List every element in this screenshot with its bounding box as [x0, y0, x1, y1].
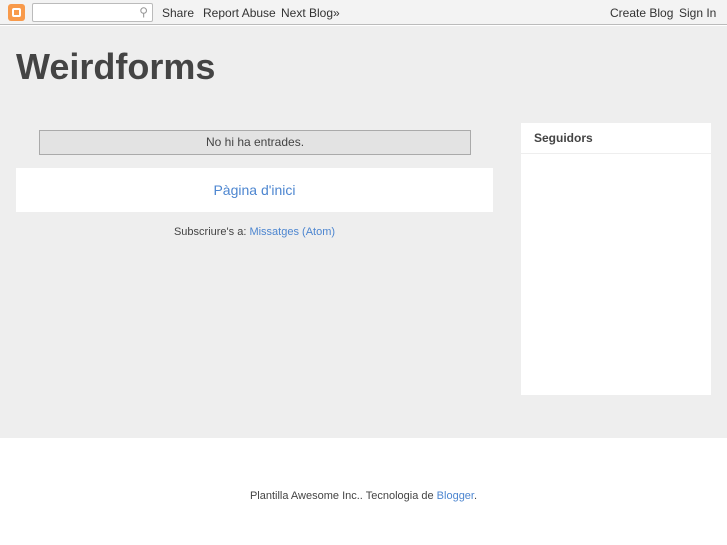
blogger-link[interactable]: Blogger [437, 490, 474, 502]
subscribe-line: Subscriure's a: Missatges (Atom) [16, 226, 493, 238]
atom-feed-link[interactable]: Missatges (Atom) [249, 226, 335, 238]
blogger-logo-icon[interactable] [8, 4, 25, 21]
content-area: Weirdforms No hi ha entrades. Pàgina d'i… [0, 26, 727, 438]
navbar: ⚲ Share Report Abuse Next Blog» Create B… [0, 0, 727, 25]
report-abuse-link[interactable]: Report Abuse [203, 6, 276, 20]
home-link[interactable]: Pàgina d'inici [213, 182, 295, 198]
followers-widget: Seguidors [521, 123, 711, 395]
share-link[interactable]: Share [162, 6, 194, 20]
sign-in-link[interactable]: Sign In [679, 6, 716, 20]
next-blog-link[interactable]: Next Blog» [281, 6, 340, 20]
search-input[interactable]: ⚲ [32, 3, 153, 22]
home-link-box: Pàgina d'inici [16, 168, 493, 212]
create-blog-link[interactable]: Create Blog [610, 6, 673, 20]
no-posts-message: No hi ha entrades. [39, 130, 471, 155]
subscribe-label: Subscriure's a: [173, 226, 247, 238]
footer: Plantilla Awesome Inc.. Tecnologia de Bl… [0, 490, 727, 502]
search-icon[interactable]: ⚲ [139, 5, 148, 19]
blog-title[interactable]: Weirdforms [16, 46, 215, 88]
footer-text: Plantilla Awesome Inc.. Tecnologia de [249, 490, 437, 502]
footer-end: . [473, 490, 478, 502]
followers-title: Seguidors [521, 123, 711, 154]
